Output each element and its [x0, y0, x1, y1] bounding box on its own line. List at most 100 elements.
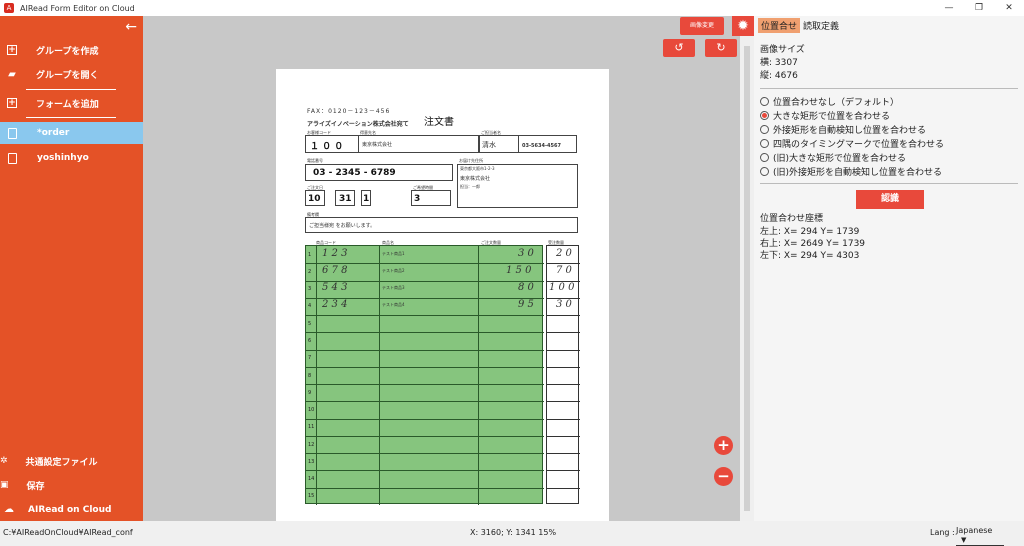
- item-code: 5 4 3: [322, 282, 348, 293]
- add-form-button[interactable]: + フォームを追加: [0, 91, 143, 115]
- divider: [760, 88, 1018, 89]
- row-number: 7: [308, 355, 312, 362]
- delivery-address: 東京都大阪市1-2-3: [460, 166, 495, 171]
- item-qty: 3 0: [518, 248, 534, 259]
- item-name: テスト商品3: [382, 285, 405, 290]
- radio-label: (旧)外接矩形を自動検知し位置を合わせる: [773, 168, 943, 178]
- item-code: 6 7 8: [322, 265, 348, 276]
- minimize-icon[interactable]: —: [934, 0, 964, 16]
- image-size-label: 画像サイズ: [760, 45, 805, 55]
- scrollbar-thumb[interactable]: [744, 46, 750, 511]
- rotate-right-button[interactable]: ↻: [705, 39, 737, 57]
- item-qty: 1 5 0: [506, 265, 532, 276]
- radio-label: 外接矩形を自動検知し位置を合わせる: [773, 126, 927, 136]
- tab-alignment[interactable]: 位置合せ: [758, 18, 801, 33]
- open-group-label: グループを開く: [36, 70, 99, 81]
- row-number: 8: [308, 372, 312, 379]
- save-button[interactable]: ▣ 保存: [0, 474, 143, 496]
- remarks-text: ご担当様宛 をお願いします。: [309, 223, 376, 229]
- create-group-button[interactable]: + グループを作成: [0, 38, 143, 62]
- common-settings-button[interactable]: ✲ 共通設定ファイル: [0, 450, 143, 472]
- grid-row-line: [306, 487, 544, 489]
- rotate-left-button[interactable]: ↺: [663, 39, 695, 57]
- grid-row-line: [547, 315, 580, 317]
- grid-row-line: [547, 435, 580, 437]
- radio-button[interactable]: [760, 125, 769, 134]
- tab-read-definition[interactable]: 読取定義: [800, 18, 842, 33]
- divider: [26, 89, 116, 90]
- radio-button-selected[interactable]: [760, 111, 769, 120]
- back-arrow-icon[interactable]: ←: [125, 19, 137, 35]
- grid-row-line: [306, 315, 544, 317]
- restore-icon[interactable]: ❐: [964, 0, 994, 16]
- radio-option[interactable]: (旧)大きな矩形で位置を合わせる: [760, 151, 906, 164]
- open-group-button[interactable]: ▰ グループを開く: [0, 62, 143, 86]
- grid-row-line: [306, 366, 544, 368]
- recipient-company: アライズイノベーション株式会社宛て: [307, 121, 409, 128]
- grid-row-line: [306, 418, 544, 420]
- plus-icon: +: [717, 436, 730, 454]
- divider: [26, 117, 116, 118]
- close-icon[interactable]: ✕: [994, 0, 1024, 16]
- grid-row-line: [547, 418, 580, 420]
- title-bar: A AIRead Form Editor on Cloud — ❐ ✕: [0, 0, 1024, 16]
- file-item-yoshinhyo[interactable]: yoshinhyo: [0, 147, 143, 169]
- radio-option[interactable]: 位置合わせなし（デフォルト）: [760, 95, 899, 108]
- radio-option[interactable]: (旧)外接矩形を自動検知し位置を合わせる: [760, 165, 942, 178]
- grid-row-line: [547, 470, 580, 472]
- recognize-button[interactable]: 認識: [856, 190, 924, 209]
- window-title: AIRead Form Editor on Cloud: [20, 3, 135, 13]
- sidebar: ← + グループを作成 ▰ グループを開く + フォームを追加 *order y…: [0, 16, 143, 521]
- rotate-right-icon: ↻: [716, 41, 726, 54]
- radio-button[interactable]: [760, 153, 769, 162]
- folder-open-icon: ▰: [8, 68, 16, 80]
- language-select[interactable]: Japanese ▼: [956, 526, 1004, 546]
- document-icon: [8, 152, 17, 164]
- radio-label: (旧)大きな矩形で位置を合わせる: [773, 154, 907, 164]
- settings-gear-icon[interactable]: ✹: [732, 16, 754, 36]
- row-number: 10: [308, 407, 315, 414]
- radio-option[interactable]: 四隅のタイミングマークで位置を合わせる: [760, 137, 944, 150]
- grid-row-line: [306, 470, 544, 472]
- app-logo-icon: A: [4, 3, 14, 13]
- vertical-scrollbar[interactable]: [740, 36, 754, 521]
- customer-code: １ ０ ０: [310, 142, 344, 152]
- radio-option[interactable]: 大きな矩形で位置を合わせる: [760, 109, 890, 122]
- zoom-out-button[interactable]: −: [714, 467, 733, 486]
- radio-button[interactable]: [760, 97, 769, 106]
- item-name: テスト商品4: [382, 302, 405, 307]
- grid-row-line: [547, 332, 580, 334]
- add-group-icon: +: [7, 45, 17, 55]
- lang-label: Lang :: [930, 528, 955, 537]
- radio-button[interactable]: [760, 139, 769, 148]
- row-number: 2: [308, 268, 312, 275]
- logo-text: AIRead on Cloud: [28, 504, 112, 515]
- radio-label: 四隅のタイミングマークで位置を合わせる: [773, 140, 945, 150]
- date-value: 10: [308, 194, 321, 204]
- file-item-order[interactable]: *order: [0, 122, 143, 144]
- grid-col-line: [379, 246, 380, 505]
- item-received: 7 0: [556, 265, 572, 276]
- item-received: 2 0: [556, 248, 572, 259]
- cloud-icon: ☁: [4, 504, 14, 515]
- change-image-button[interactable]: 画像変更: [680, 17, 724, 35]
- zoom-in-button[interactable]: +: [714, 436, 733, 455]
- image-height: 縦: 4676: [760, 71, 798, 81]
- grid-row-line: [306, 401, 544, 403]
- add-form-icon: +: [7, 98, 17, 108]
- date-value: 31: [339, 194, 352, 204]
- divider: [760, 183, 1018, 184]
- radio-button[interactable]: [760, 167, 769, 176]
- item-name: テスト商品1: [382, 251, 405, 256]
- rotate-left-icon: ↺: [674, 41, 684, 54]
- tel-number: 03-5634-4567: [522, 143, 561, 149]
- row-number: 15: [308, 493, 315, 500]
- airead-logo: ☁ AIRead on Cloud: [4, 504, 111, 515]
- radio-label: 位置合わせなし（デフォルト）: [773, 98, 900, 108]
- form-title: 注文書: [424, 117, 454, 128]
- grid-row-line: [547, 401, 580, 403]
- row-number: 1: [308, 251, 312, 258]
- row-number: 11: [308, 424, 315, 431]
- radio-option[interactable]: 外接矩形を自動検知し位置を合わせる: [760, 123, 926, 136]
- item-code: 1 2 3: [322, 248, 348, 259]
